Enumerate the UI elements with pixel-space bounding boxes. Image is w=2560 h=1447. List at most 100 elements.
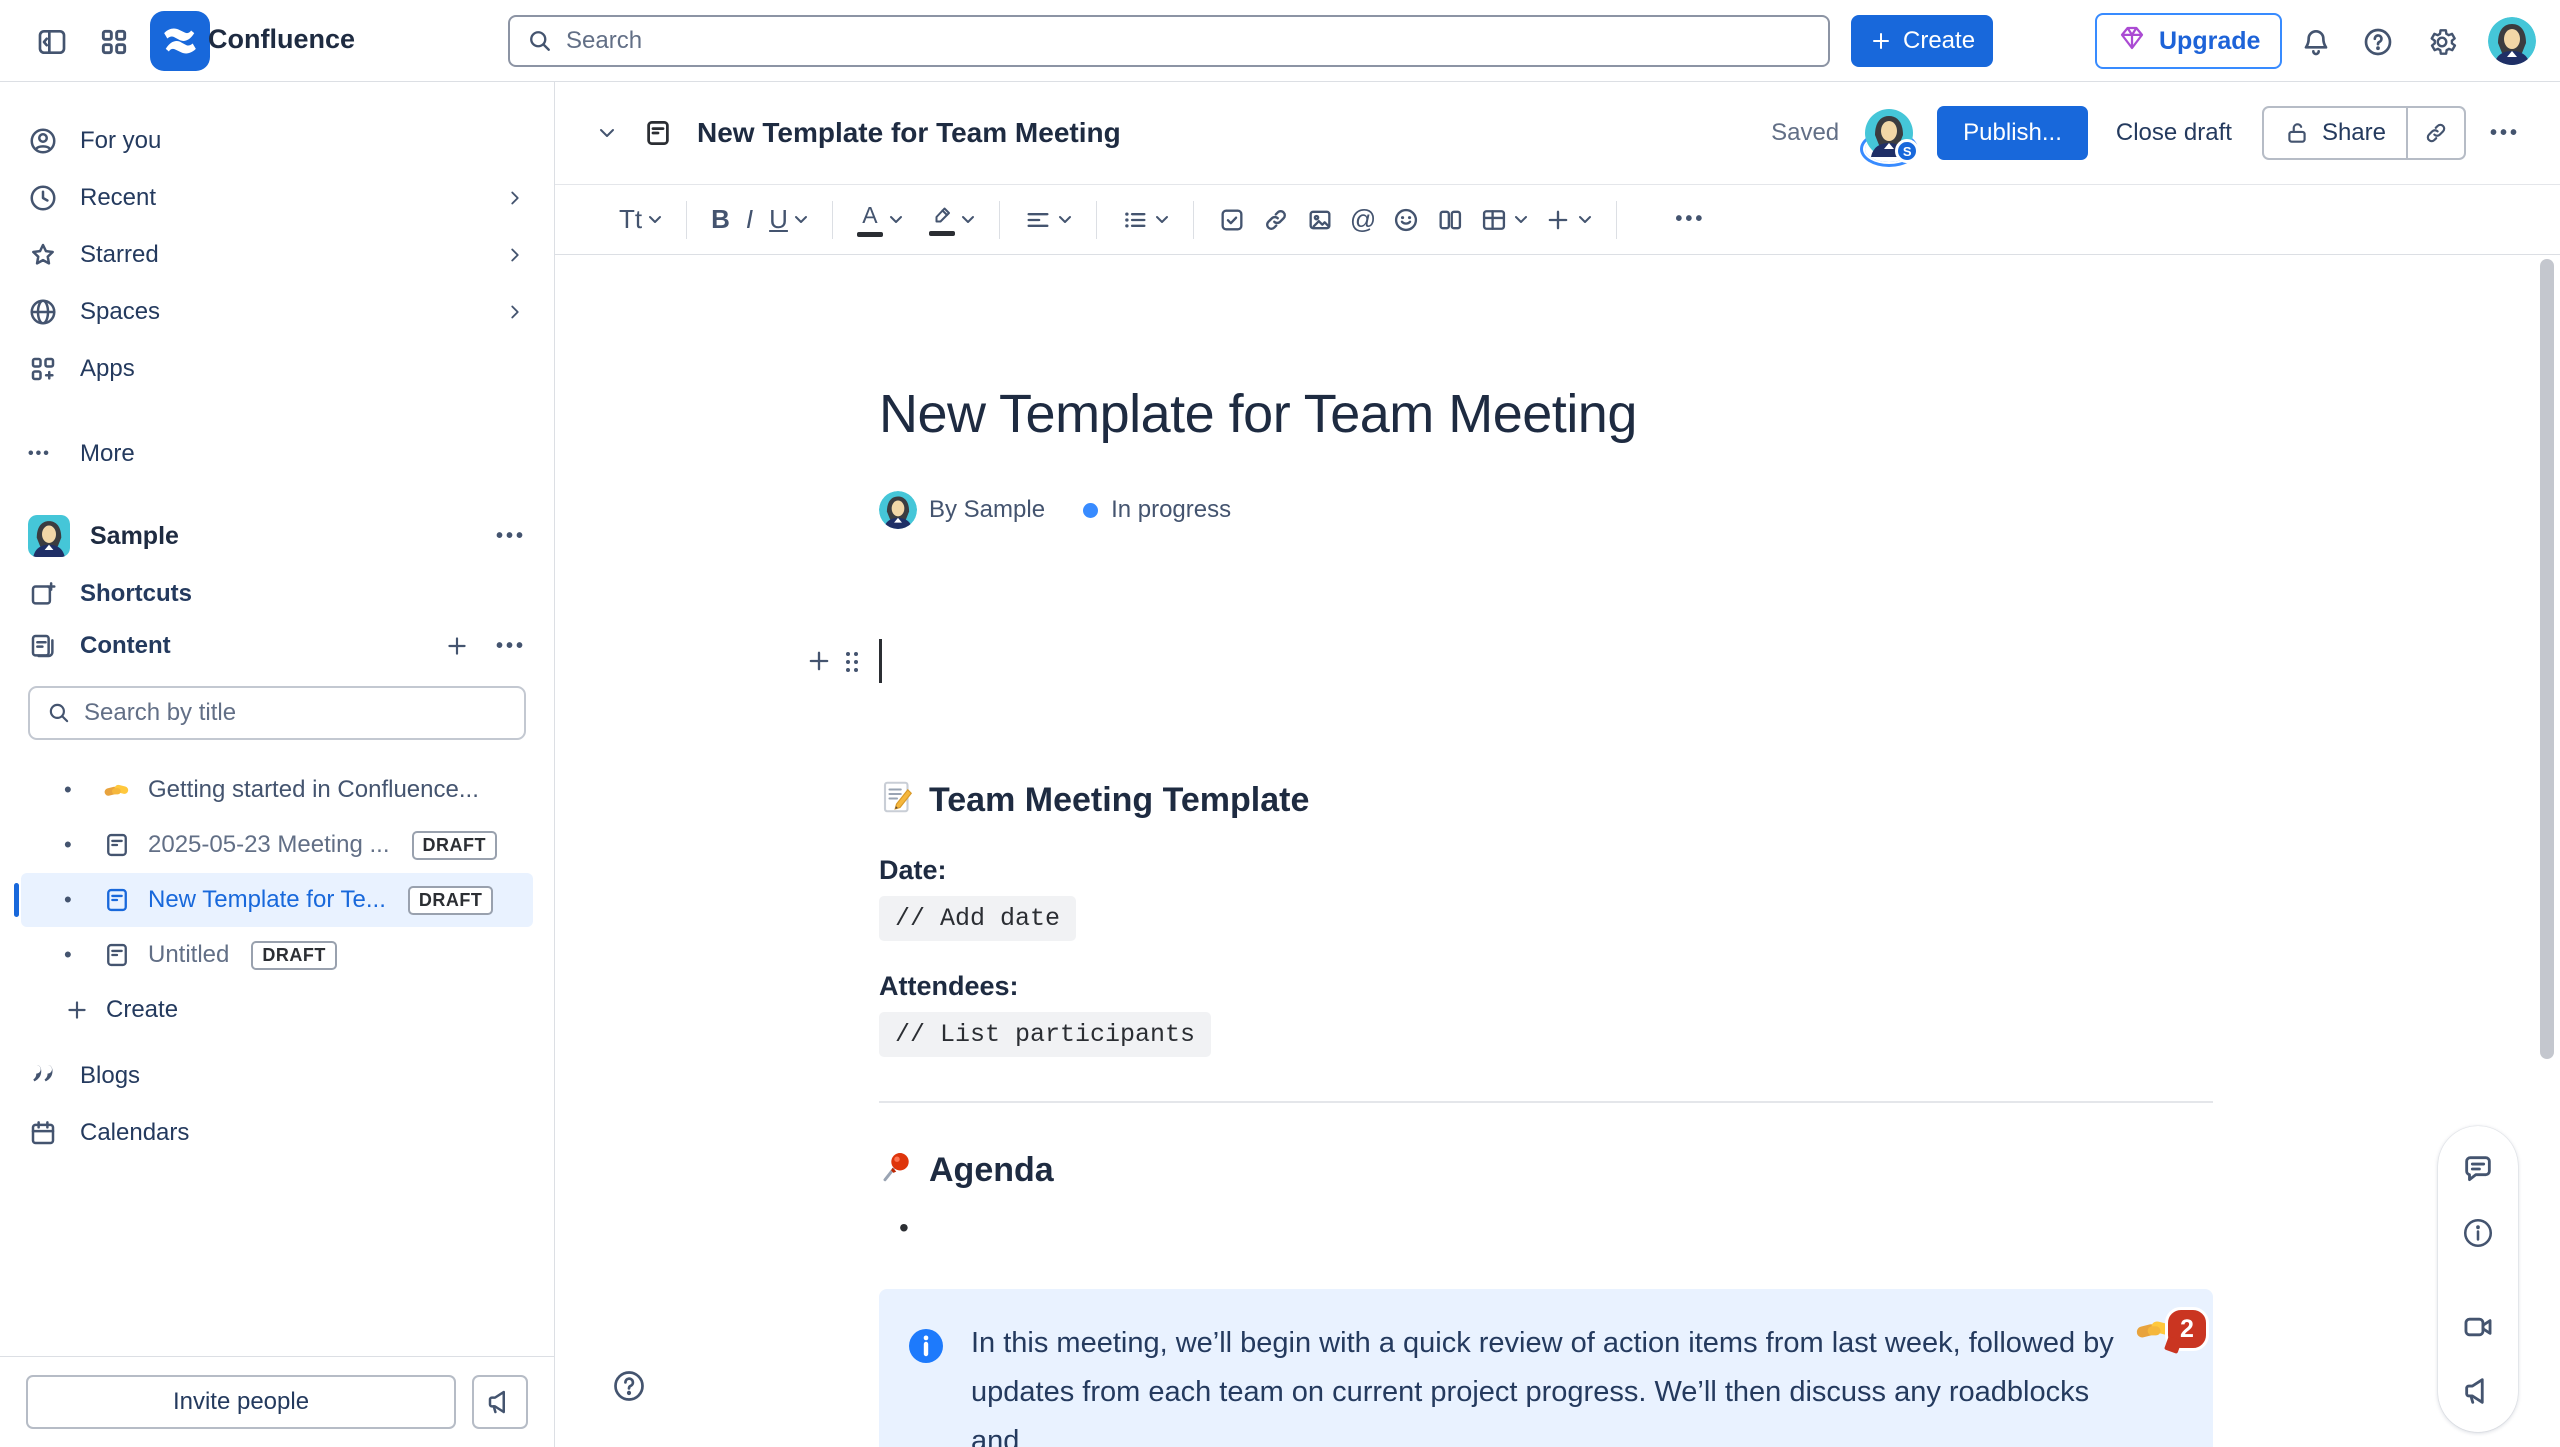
user-avatar[interactable]	[2488, 17, 2536, 65]
comment-count-badge[interactable]: 2	[2165, 1307, 2209, 1351]
page-status[interactable]: In progress	[1083, 496, 1231, 524]
megaphone-icon[interactable]	[2461, 1374, 2495, 1408]
content-search[interactable]	[28, 686, 526, 740]
calendar-icon	[28, 1118, 58, 1148]
upgrade-button-label: Upgrade	[2159, 27, 2260, 56]
app-switcher-icon[interactable]	[98, 26, 130, 58]
chevron-right-icon	[504, 244, 526, 266]
tree-item-meeting-notes[interactable]: • 2025-05-23 Meeting ... DRAFT	[21, 818, 533, 872]
sidebar-item-label: Apps	[80, 355, 526, 383]
copy-link-button[interactable]	[2408, 108, 2464, 158]
layout-button[interactable]	[1428, 200, 1472, 240]
sidebar-item-more[interactable]: ••• More	[0, 425, 554, 482]
global-search[interactable]	[508, 15, 1830, 67]
emoji-button[interactable]	[1384, 200, 1428, 240]
help-icon[interactable]	[2362, 26, 2394, 58]
agenda-heading-text[interactable]: Agenda	[929, 1151, 1054, 1190]
space-header[interactable]: Sample •••	[0, 504, 554, 568]
page-icon	[100, 831, 134, 859]
mention-glyph: @	[1350, 204, 1376, 235]
link-button[interactable]	[1254, 200, 1298, 240]
italic-button[interactable]: I	[738, 198, 761, 241]
sidebar-section-shortcuts[interactable]: Shortcuts	[0, 568, 554, 620]
settings-gear-icon[interactable]	[2426, 26, 2458, 58]
insert-button[interactable]	[1536, 200, 1600, 240]
collaborator-avatar[interactable]: S	[1865, 109, 1913, 157]
notifications-icon[interactable]	[2300, 26, 2332, 58]
template-heading: Team Meeting Template	[879, 779, 2213, 821]
add-content-icon[interactable]	[444, 633, 470, 659]
video-icon[interactable]	[2461, 1310, 2495, 1344]
search-input[interactable]	[566, 27, 1812, 55]
tree-item-getting-started[interactable]: • Getting started in Confluence...	[21, 763, 533, 817]
publish-label: Publish...	[1963, 119, 2062, 146]
editor-canvas[interactable]: New Template for Team Meeting By Sample …	[555, 255, 2560, 1447]
attendees-label[interactable]: Attendees:	[879, 971, 2213, 1002]
date-placeholder-chip[interactable]: // Add date	[879, 896, 1076, 941]
byline-author[interactable]: By Sample	[929, 496, 1045, 524]
tree-item-untitled[interactable]: • Untitled DRAFT	[21, 928, 533, 982]
mention-button[interactable]: @	[1342, 198, 1384, 241]
list-button[interactable]	[1113, 200, 1177, 240]
task-list-button[interactable]	[1210, 200, 1254, 240]
sidebar-section-content[interactable]: Content •••	[0, 620, 554, 672]
underline-button[interactable]: U	[761, 198, 816, 241]
author-avatar[interactable]	[879, 491, 917, 529]
editor-help-button[interactable]	[610, 1367, 648, 1405]
template-heading-text[interactable]: Team Meeting Template	[929, 781, 1309, 820]
sidebar-item-apps[interactable]: Apps	[0, 340, 554, 397]
invite-people-button[interactable]: Invite people	[26, 1375, 456, 1429]
page-title[interactable]: New Template for Team Meeting	[879, 383, 2213, 445]
toolbar-more-icon[interactable]: •••	[1667, 202, 1713, 237]
bullet: •	[64, 777, 90, 803]
sidebar-item-for-you[interactable]: For you	[0, 112, 554, 169]
comment-count: 2	[2180, 1315, 2194, 1344]
bold-button[interactable]: B	[703, 198, 738, 241]
header-more-icon[interactable]: •••	[2490, 122, 2520, 145]
section-label: Content	[80, 632, 422, 660]
sidebar-item-recent[interactable]: Recent	[0, 169, 554, 226]
confluence-logo[interactable]	[150, 11, 210, 71]
info-panel-text[interactable]: In this meeting, we’ll begin with a quic…	[971, 1319, 2121, 1447]
space-name: Sample	[90, 522, 476, 551]
status-label: In progress	[1111, 496, 1231, 524]
tree-create-button[interactable]: Create	[0, 983, 554, 1037]
table-button[interactable]	[1472, 200, 1536, 240]
attendees-placeholder-chip[interactable]: // List participants	[879, 1012, 1211, 1057]
page-icon	[100, 886, 134, 914]
upgrade-button[interactable]: Upgrade	[2095, 13, 2282, 69]
bullet: •	[899, 1212, 909, 1244]
create-button[interactable]: Create	[1851, 15, 1993, 67]
sidebar-item-blogs[interactable]: Blogs	[0, 1047, 554, 1104]
content-more-icon[interactable]: •••	[496, 635, 526, 658]
tree-item-new-template[interactable]: • New Template for Te... DRAFT	[21, 873, 533, 927]
inline-comment-reaction[interactable]: 2	[2133, 1307, 2209, 1357]
close-draft-button[interactable]: Close draft	[2116, 119, 2232, 147]
text-color-button[interactable]: A	[849, 196, 911, 243]
drag-handle[interactable]	[843, 649, 861, 681]
info-icon	[907, 1327, 945, 1447]
content-search-input[interactable]	[84, 699, 508, 727]
sidebar-item-calendars[interactable]: Calendars	[0, 1104, 554, 1161]
empty-list-item[interactable]: •	[879, 1211, 2213, 1245]
share-button[interactable]: Share	[2264, 108, 2406, 158]
details-info-icon[interactable]	[2461, 1216, 2495, 1250]
comments-icon[interactable]	[2461, 1152, 2495, 1186]
scrollbar-thumb[interactable]	[2540, 259, 2554, 1059]
sidebar-item-starred[interactable]: Starred	[0, 226, 554, 283]
publish-button[interactable]: Publish...	[1937, 106, 2088, 160]
date-label[interactable]: Date:	[879, 855, 2213, 886]
sidebar-item-spaces[interactable]: Spaces	[0, 283, 554, 340]
chevron-down-icon[interactable]	[595, 121, 619, 145]
image-button[interactable]	[1298, 200, 1342, 240]
highlight-color-button[interactable]	[921, 198, 983, 242]
sidebar-item-label: For you	[80, 127, 526, 155]
alignment-button[interactable]	[1016, 200, 1080, 240]
space-more-icon[interactable]: •••	[496, 525, 526, 548]
insert-block-button[interactable]	[805, 647, 833, 675]
info-panel[interactable]: In this meeting, we’ll begin with a quic…	[879, 1289, 2213, 1447]
collapse-sidebar-icon[interactable]	[36, 26, 68, 58]
text-style-button[interactable]: Tt	[611, 198, 670, 241]
feedback-megaphone-button[interactable]	[472, 1375, 528, 1429]
close-draft-label: Close draft	[2116, 119, 2232, 146]
